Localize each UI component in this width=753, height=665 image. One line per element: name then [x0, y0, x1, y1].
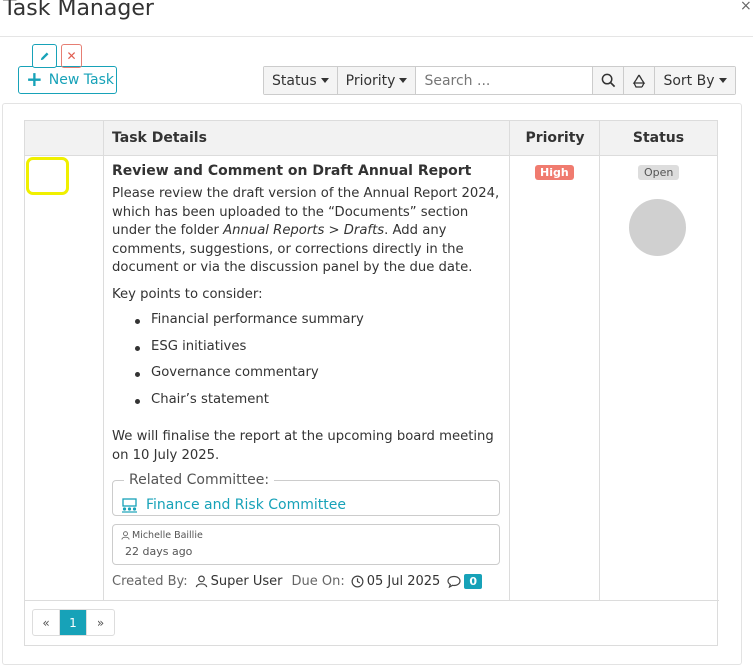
- list-item-text: ESG initiatives: [151, 338, 247, 354]
- list-item-text: Financial performance summary: [151, 312, 364, 327]
- key-points-list: Financial performance summary ESG initia…: [135, 312, 364, 418]
- created-by-label: Created By:: [112, 574, 188, 589]
- user-icon: [195, 575, 207, 588]
- pagination-page-1[interactable]: 1: [60, 610, 87, 635]
- related-committee-label: Related Committee:: [124, 472, 275, 488]
- task-title: Review and Comment on Draft Annual Repor…: [112, 163, 472, 179]
- search-placeholder: Search ...: [424, 72, 491, 89]
- priority-filter-dropdown[interactable]: Priority: [337, 67, 417, 94]
- search-button[interactable]: [593, 67, 625, 94]
- close-button[interactable]: ×: [740, 0, 752, 14]
- sort-by-dropdown[interactable]: Sort By: [655, 67, 735, 94]
- column-divider: [509, 121, 510, 601]
- key-points-label: Key points to consider:: [112, 287, 263, 302]
- folder-path: Annual Reports > Drafts: [223, 223, 385, 238]
- list-item-text: Governance commentary: [151, 365, 319, 380]
- modal-title: Task Manager: [3, 0, 154, 21]
- column-header-priority: Priority: [510, 121, 600, 156]
- column-header-task-details: Task Details: [104, 121, 510, 156]
- list-item: ESG initiatives: [135, 339, 364, 366]
- pencil-icon: [40, 52, 49, 60]
- plus-icon: +: [26, 67, 43, 91]
- delete-task-button[interactable]: ✕: [61, 44, 82, 68]
- comment-author: Michelle Baillie: [121, 530, 203, 541]
- edit-task-button[interactable]: [32, 44, 57, 68]
- status-filter-dropdown[interactable]: Status: [264, 67, 338, 94]
- row-divider: [25, 600, 719, 601]
- comment-author-name: Michelle Baillie: [132, 530, 203, 541]
- column-divider: [103, 121, 104, 601]
- final-note: We will finalise the report at the upcom…: [112, 429, 494, 463]
- column-header-label: Status: [632, 130, 685, 146]
- user-icon: [121, 531, 130, 540]
- column-header-status: Status: [600, 121, 717, 156]
- column-divider: [599, 121, 600, 601]
- list-item: Financial performance summary: [135, 312, 364, 339]
- caret-down-icon: [320, 78, 329, 83]
- committee-icon: [122, 497, 137, 513]
- status-filter-label: Status: [272, 72, 317, 89]
- column-header-actions: [25, 121, 104, 156]
- pagination: « 1 »: [32, 609, 115, 636]
- new-task-label: New Task: [48, 72, 114, 88]
- recycle-button[interactable]: [624, 67, 656, 94]
- due-date: 05 Jul 2025: [366, 574, 441, 589]
- status-badge: Open: [638, 165, 680, 180]
- list-item-text: Chair’s statement: [151, 391, 269, 407]
- edit-button-highlight: [26, 157, 69, 195]
- search-icon: [601, 73, 616, 88]
- list-item: Chair’s statement: [135, 392, 364, 419]
- created-by-user: Super User: [210, 574, 283, 589]
- committee-name: Finance and Risk Committee: [146, 497, 346, 513]
- recycle-icon: [633, 74, 646, 88]
- caret-down-icon: [718, 78, 727, 83]
- comment-icon: [447, 575, 461, 588]
- column-header-label: Task Details: [112, 130, 207, 146]
- header-divider: [0, 36, 753, 37]
- priority-badge: High: [535, 165, 574, 180]
- task-meta: Created By: Super User Due On: 05 Jul 20…: [112, 574, 482, 589]
- search-input[interactable]: Search ...: [416, 67, 594, 94]
- comment-count-badge[interactable]: 0: [464, 574, 482, 589]
- sort-by-label: Sort By: [663, 72, 715, 89]
- clock-icon: [351, 575, 364, 588]
- column-header-label: Priority: [525, 130, 585, 146]
- priority-filter-label: Priority: [345, 72, 396, 89]
- avatar: [629, 199, 686, 256]
- comment-time: 22 days ago: [125, 545, 193, 558]
- list-item: Governance commentary: [135, 365, 364, 392]
- filter-toolbar: Status Priority Search ... Sort By: [263, 66, 736, 95]
- pagination-next[interactable]: »: [87, 610, 114, 635]
- due-on-label: Due On:: [291, 574, 345, 589]
- new-task-button[interactable]: + New Task: [18, 66, 117, 94]
- task-description: Please review the draft version of the A…: [112, 185, 504, 278]
- pagination-prev[interactable]: «: [33, 610, 60, 635]
- committee-link[interactable]: Finance and Risk Committee: [121, 497, 346, 513]
- close-icon: ✕: [66, 49, 77, 63]
- caret-down-icon: [399, 78, 408, 83]
